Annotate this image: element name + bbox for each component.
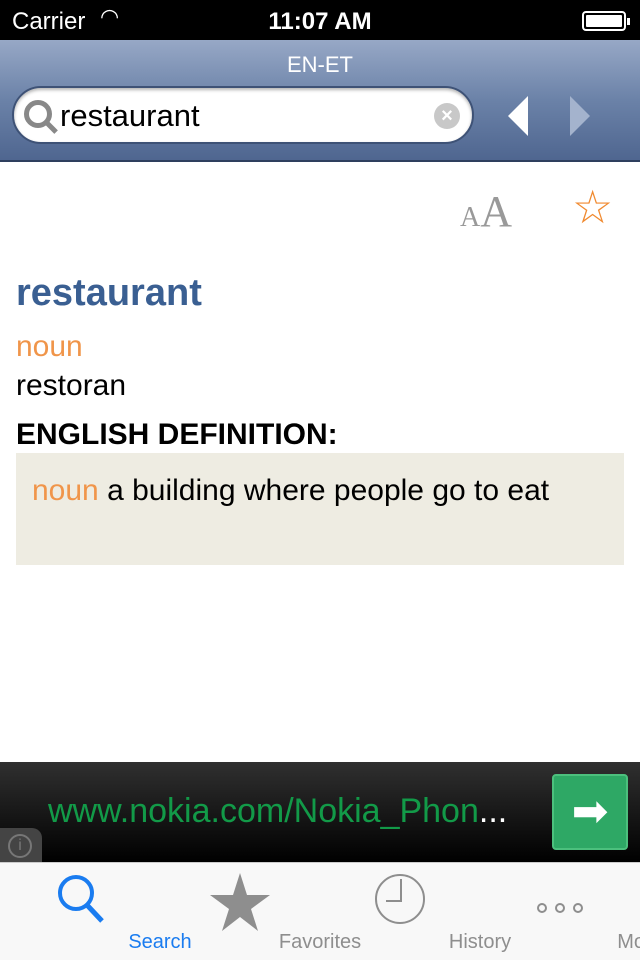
clock-icon (375, 874, 425, 924)
navigation-bar: EN-ET × (0, 40, 640, 162)
more-dots-icon (537, 903, 583, 913)
definition-text: a building where people go to eat (98, 474, 550, 507)
font-small-icon: A (460, 202, 481, 233)
part-of-speech: noun (16, 330, 83, 363)
ad-url-text: www.nokia.com/Nokia_Phon (48, 792, 479, 830)
font-large-icon: A (480, 187, 513, 236)
search-icon (24, 100, 52, 128)
back-arrow-button[interactable] (508, 96, 528, 136)
translation: restoran (16, 369, 127, 402)
star-icon (210, 873, 270, 931)
ad-banner[interactable]: www.nokia.com/Nokia_Phon... ➡ i (0, 762, 640, 862)
tab-more[interactable]: More (480, 863, 640, 960)
tab-favorites[interactable]: Favorites (160, 863, 361, 960)
status-bar: Carrier ◠ 11:07 AM (0, 0, 640, 40)
ad-info-button[interactable]: i (0, 828, 42, 862)
search-input[interactable] (60, 96, 420, 136)
definition-heading: ENGLISH DEFINITION: (16, 418, 338, 451)
tab-bar: Search Favorites History More (0, 862, 640, 960)
font-size-button[interactable]: AA (460, 186, 512, 237)
clear-icon[interactable]: × (434, 103, 460, 129)
forward-arrow-button[interactable] (570, 96, 590, 136)
clock: 11:07 AM (268, 8, 372, 35)
ad-ellipsis: ... (478, 792, 508, 830)
search-icon (58, 875, 104, 923)
search-field[interactable]: × (12, 86, 474, 144)
info-icon: i (8, 834, 32, 858)
headword: restaurant (16, 272, 202, 314)
ad-go-arrow-icon[interactable]: ➡ (552, 774, 628, 850)
ad-url[interactable]: www.nokia.com/Nokia_Phon... (48, 792, 507, 831)
battery-icon (582, 11, 630, 31)
tab-label: More (617, 931, 640, 953)
favorite-star-icon[interactable]: ☆ (572, 180, 613, 234)
tab-history[interactable]: History (320, 863, 511, 960)
tab-search[interactable]: Search (0, 863, 192, 960)
definition-pos: noun (32, 474, 99, 507)
dictionary-title: EN-ET (287, 52, 353, 77)
definition-box: noun a building where people go to eat (16, 453, 624, 565)
